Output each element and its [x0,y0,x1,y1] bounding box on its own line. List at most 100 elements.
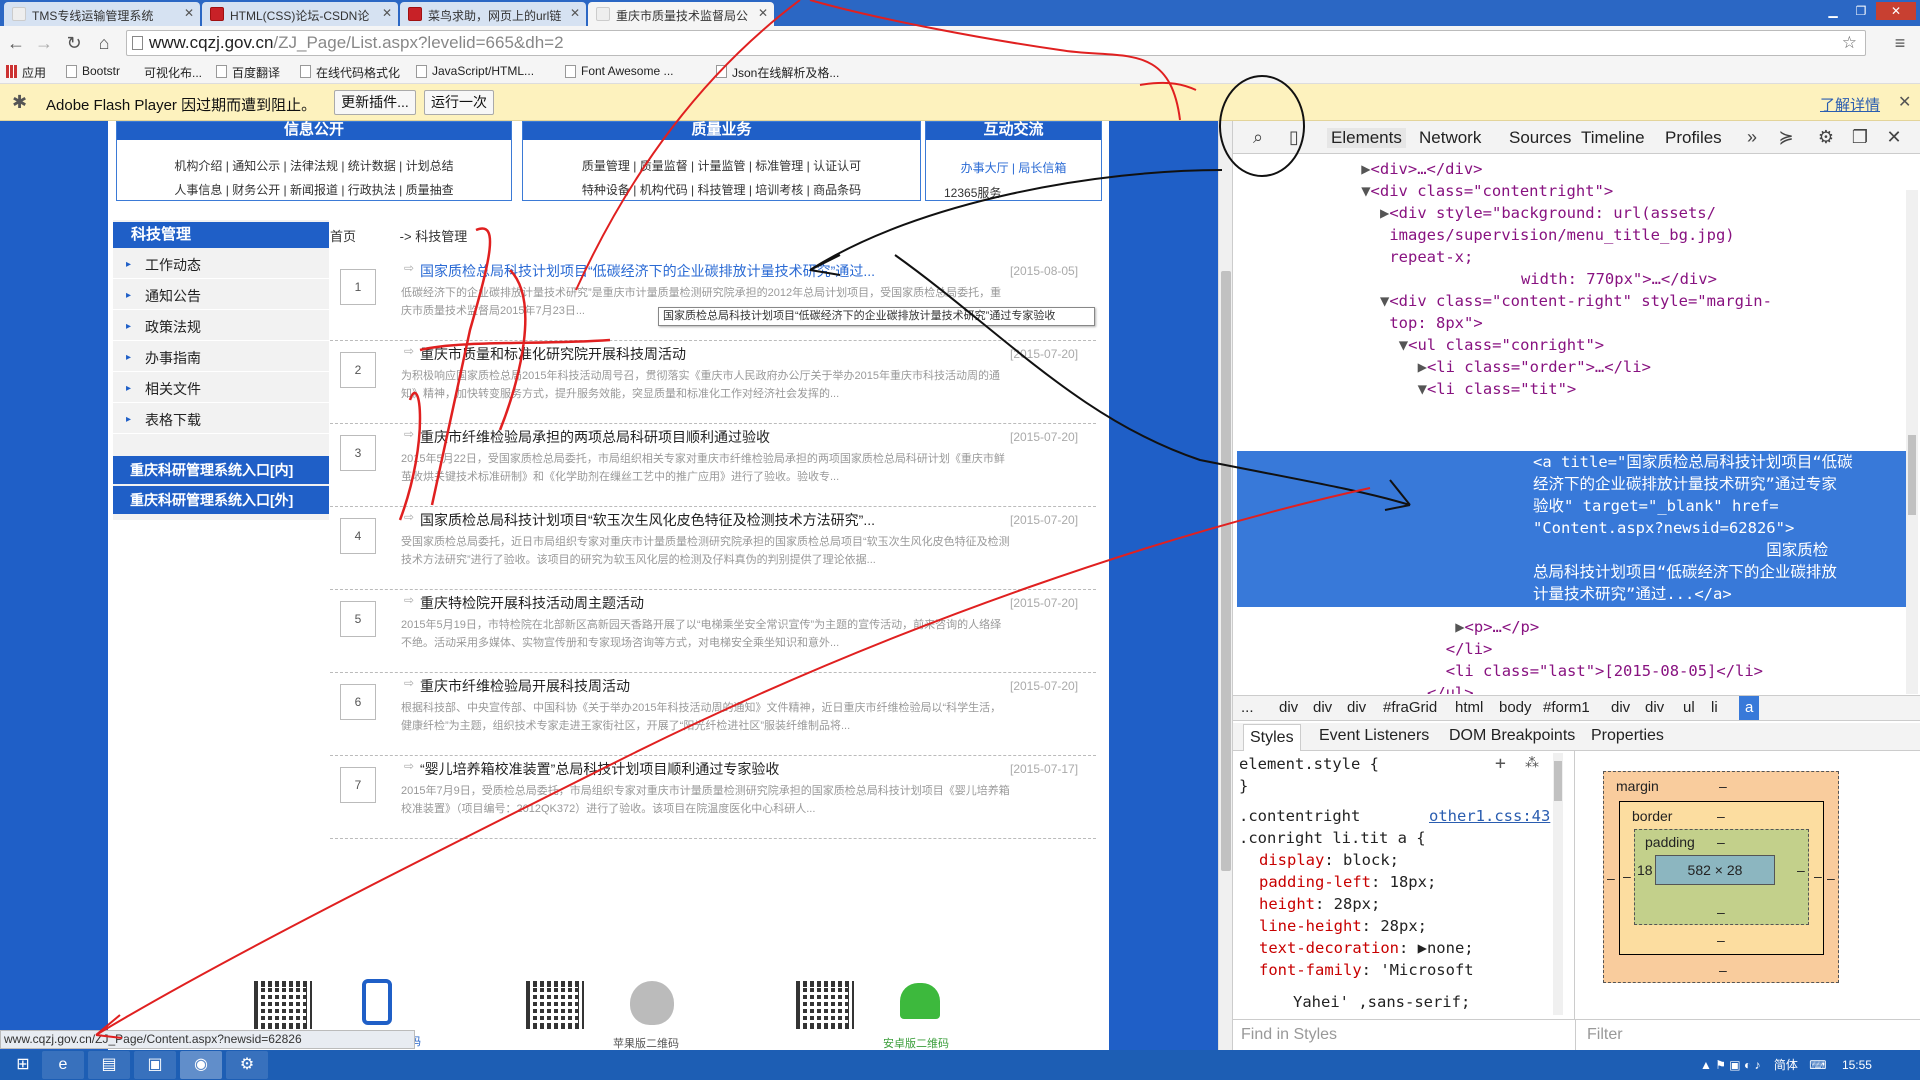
close-icon[interactable]: ✕ [184,6,194,20]
dom-node[interactable]: </li> [1436,638,1493,660]
sidebar-link[interactable]: 重庆科研管理系统入口[内] [113,456,329,484]
sidebar-item[interactable]: ▸ 办事指南 [113,344,329,372]
sidebar-item[interactable]: ▸ 通知公告 [113,282,329,310]
collapse-triangle-icon[interactable]: ▼ [1418,380,1427,398]
dom-crumb[interactable]: ul [1683,699,1695,716]
dom-node[interactable]: ▶<li class="order">…</li> [1418,356,1651,378]
collapse-triangle-icon[interactable]: ▼ [1399,336,1408,354]
article-title-link[interactable]: ⇨ “婴儿培养箱校准装置”总局科技计划项目顺利通过专家验收 [404,759,934,779]
dom-crumb[interactable]: div [1279,699,1298,716]
box-links[interactable]: 人事信息 | 财务公开 | 新闻报道 | 行政执法 | 质量抽查 [117,181,511,198]
home-icon[interactable]: ⌂ [92,32,116,54]
dom-node[interactable]: </ul> [1418,682,1474,694]
bookmark-item[interactable]: 可视化布... [128,64,202,81]
learn-more-link[interactable]: 了解详情 [1820,94,1880,115]
ime-indicator[interactable]: 简体 [1774,1058,1798,1072]
dom-node[interactable]: ▼<li class="tit"> [1418,378,1577,400]
gear-icon[interactable]: ⚙ [1813,127,1839,148]
scrollbar-thumb[interactable] [1221,271,1231,871]
dom-crumb[interactable]: #form1 [1543,699,1590,716]
article-title-link[interactable]: ⇨ 重庆特检院开展科技活动周主题活动 [404,593,934,613]
style-property[interactable]: line-height: 28px; [1259,915,1427,937]
close-icon[interactable]: ✕ [758,6,768,20]
bookmark-item[interactable]: JavaScript/HTML... [416,64,534,78]
tab-sources[interactable]: Sources [1509,128,1571,148]
sidebar-item[interactable]: ▸ 表格下载 [113,406,329,434]
dom-node[interactable]: ▶<p>…</p> [1455,616,1539,638]
bookmark-item[interactable]: 百度翻译 [216,64,280,81]
dom-node[interactable]: images/supervision/menu_title_bg.jpg) [1380,224,1734,246]
bookmark-item[interactable]: Bootstr [66,64,120,78]
tab-elements[interactable]: Elements [1327,128,1406,148]
back-icon[interactable]: ← [4,32,28,54]
url-input[interactable]: www.cqzj.gov.cn/ZJ_Page/List.aspx?leveli… [126,30,1866,56]
stylesheet-link[interactable]: other1.css:43 [1429,807,1550,825]
clock[interactable]: 15:55 [1842,1058,1872,1072]
filter-input[interactable]: Filter [1587,1026,1623,1044]
expand-triangle-icon[interactable]: ▶ [1361,160,1370,178]
expand-triangle-icon[interactable]: ▶ [1418,358,1427,376]
close-icon[interactable]: ✕ [570,6,580,20]
dom-crumb[interactable]: a [1739,696,1760,720]
dom-scrollbar[interactable] [1906,190,1918,694]
dom-node[interactable]: width: 770px">…</div> [1512,268,1717,290]
dom-node[interactable]: repeat-x; [1380,246,1473,268]
article-title-link[interactable]: ⇨ 重庆市纤维检验局承担的两项总局科研项目顺利通过验收 [404,427,934,447]
bookmark-item[interactable]: Json在线解析及格... [716,64,839,81]
style-property[interactable]: font-family: 'Microsoft [1259,959,1474,981]
dock-icon[interactable]: ❐ [1847,127,1873,148]
restore-icon[interactable]: ❐ [1848,2,1874,20]
dom-node[interactable]: ▶<div style="background: url(assets/ [1380,202,1716,224]
taskbar-explorer[interactable]: ▤ [88,1051,130,1079]
tab-profiles[interactable]: Profiles [1665,128,1722,148]
taskbar-ie[interactable]: e [42,1051,84,1079]
bookmark-item[interactable]: Font Awesome ... [565,64,674,78]
tray-icons[interactable]: ▲ ⚑ ▣ ◐ ♪ [1700,1058,1761,1072]
forward-icon[interactable]: → [32,32,56,54]
window-close-icon[interactable]: ✕ [1876,2,1916,20]
article-title-link[interactable]: ⇨ 重庆市质量和标准化研究院开展科技周活动 [404,344,934,364]
style-property[interactable]: padding-left: 18px; [1259,871,1436,893]
add-rule-icon[interactable]: + [1495,753,1506,774]
tab-event-listeners[interactable]: Event Listeners [1319,727,1429,745]
device-icon[interactable]: ▯ [1281,127,1307,148]
selected-node[interactable]: <a title="国家质检总局科技计划项目“低碳 经济下的企业碳排放计量技术研… [1237,451,1907,607]
close-icon[interactable]: ✕ [382,6,392,20]
keyboard-icon[interactable]: ⌨ [1809,1058,1826,1072]
styles-scrollbar[interactable] [1553,753,1563,1015]
article-title-link[interactable]: ⇨ 重庆市纤维检验局开展科技周活动 [404,676,934,696]
minimize-icon[interactable]: ▁ [1820,2,1846,20]
sidebar-item[interactable]: ▸ 工作动态 [113,251,329,279]
sidebar-item[interactable]: ▸ 相关文件 [113,375,329,403]
taskbar-settings[interactable]: ⚙ [226,1051,268,1079]
tab-properties[interactable]: Properties [1591,727,1664,745]
sidebar-item[interactable]: ▸ 政策法规 [113,313,329,341]
scrollbar-thumb[interactable] [1908,435,1916,515]
close-icon[interactable]: ✕ [1898,92,1911,112]
toggle-state-icon[interactable]: ⁂ [1525,755,1539,771]
dom-node[interactable]: ▶<div>…</div> [1361,158,1482,180]
taskbar-chrome[interactable]: ◉ [180,1051,222,1079]
dom-node[interactable]: top: 8px"> [1380,312,1482,334]
close-icon[interactable]: ✕ [1881,127,1907,148]
reload-icon[interactable]: ↻ [62,32,86,54]
dom-crumb[interactable]: body [1499,699,1532,716]
style-property[interactable]: display: block; [1259,849,1399,871]
tab-csdn-forum[interactable]: HTML(CSS)论坛-CSDN论 ✕ [202,2,398,26]
tab-tms[interactable]: TMS专线运输管理系统 ✕ [4,2,200,26]
dom-crumb[interactable]: html [1455,699,1483,716]
tab-cqzj[interactable]: 重庆市质量技术监督局公 ✕ [588,2,774,26]
box-links[interactable]: 质量管理 | 质量监督 | 计量监管 | 标准管理 | 认证认可 [523,157,920,174]
dom-node[interactable]: <li class="last">[2015-08-05]</li> [1436,660,1763,682]
page-scrollbar[interactable] [1218,121,1232,1050]
start-button[interactable]: ⊞ [2,1051,44,1079]
dom-crumb[interactable]: ... [1241,699,1254,716]
dom-crumb[interactable]: #fraGrid [1383,699,1437,716]
bookmark-apps[interactable]: 应用 [6,64,46,81]
update-plugin-button[interactable]: 更新插件... [334,90,416,115]
run-once-button[interactable]: 运行一次 [424,90,494,115]
dom-node[interactable]: ▼<div class="content-right" style="margi… [1380,290,1772,312]
console-drawer-icon[interactable]: ≽ [1773,127,1799,148]
collapse-triangle-icon[interactable]: ▼ [1380,292,1389,310]
menu-icon[interactable]: ≡ [1888,32,1912,54]
